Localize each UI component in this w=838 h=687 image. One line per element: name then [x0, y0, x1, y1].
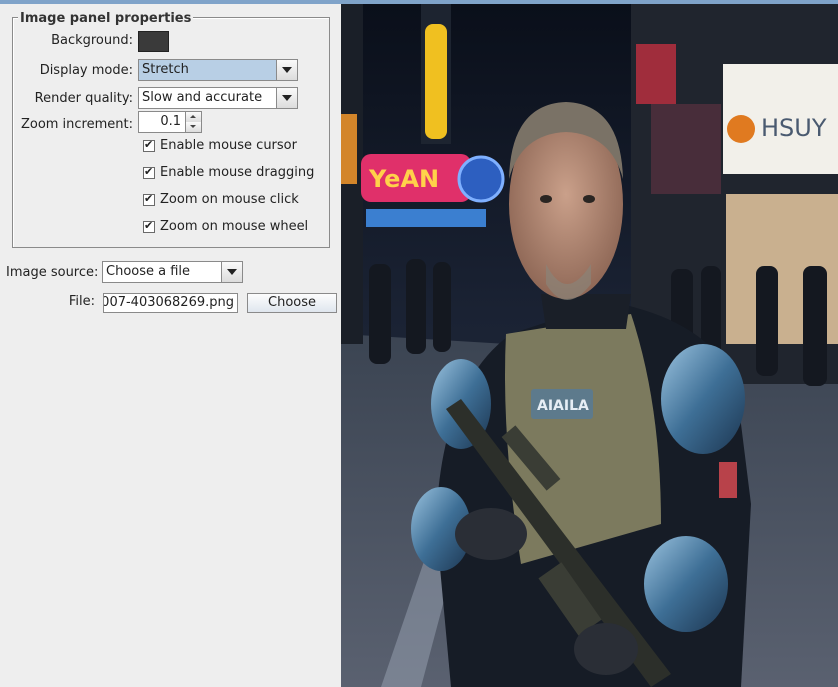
- image-source-combo[interactable]: Choose a file: [102, 261, 243, 283]
- right-eye: [583, 195, 595, 203]
- red-sign: [636, 44, 676, 104]
- display-mode-label: Display mode:: [39, 63, 133, 78]
- chevron-down-icon[interactable]: [221, 262, 242, 282]
- store-sign: [651, 104, 721, 194]
- enable-mouse-dragging-checkbox[interactable]: [143, 165, 155, 179]
- spinner-arrows: [185, 112, 201, 132]
- left-glove: [455, 508, 527, 560]
- right-shoulder-pad: [661, 344, 745, 454]
- shop-logo: [727, 115, 755, 143]
- render-quality-value: Slow and accurate: [142, 90, 263, 105]
- zoom-on-mouse-wheel-label[interactable]: Zoom on mouse wheel: [160, 219, 308, 234]
- vest-patch-text: AIAILA: [537, 398, 589, 414]
- collar: [541, 294, 631, 329]
- image-source-value: Choose a file: [106, 264, 191, 279]
- right-glove: [574, 623, 638, 675]
- flag-patch: [719, 462, 737, 498]
- image-display-panel[interactable]: YeAN HSUY AIAILA: [341, 4, 838, 687]
- orange-light: [341, 114, 357, 184]
- zoom-increment-spinner[interactable]: 0.1: [138, 111, 202, 133]
- blue-neon-strip: [366, 209, 486, 227]
- display-mode-combo[interactable]: Stretch: [138, 59, 298, 81]
- properties-panel: Image panel properties Background: Displ…: [0, 4, 341, 687]
- file-path-value: 0007-403068269.png: [103, 295, 234, 310]
- group-title: Image panel properties: [18, 11, 194, 26]
- neon-sign-text: YeAN: [368, 165, 439, 193]
- street-soldier-image: YeAN HSUY AIAILA: [341, 4, 838, 687]
- chevron-down-icon[interactable]: [276, 88, 297, 108]
- zoom-on-mouse-click-label[interactable]: Zoom on mouse click: [160, 192, 299, 207]
- render-quality-label: Render quality:: [34, 91, 133, 106]
- background-color-swatch[interactable]: [138, 31, 169, 52]
- background-label: Background:: [51, 33, 133, 48]
- file-label: File:: [68, 294, 95, 309]
- zoom-increment-value[interactable]: 0.1: [139, 112, 185, 132]
- enable-mouse-cursor-label[interactable]: Enable mouse cursor: [160, 138, 297, 153]
- yellow-sign: [425, 24, 447, 139]
- choose-button[interactable]: Choose: [247, 293, 337, 313]
- right-forearm-guard: [644, 536, 728, 632]
- zoom-on-mouse-wheel-checkbox[interactable]: [143, 219, 155, 233]
- render-quality-combo[interactable]: Slow and accurate: [138, 87, 298, 109]
- spinner-down-icon[interactable]: [186, 122, 201, 132]
- zoom-on-mouse-click-checkbox[interactable]: [143, 192, 155, 206]
- file-path-field[interactable]: 0007-403068269.png: [103, 293, 238, 313]
- shop-sign-text: HSUY: [761, 114, 827, 142]
- chevron-down-icon[interactable]: [276, 60, 297, 80]
- zoom-increment-label: Zoom increment:: [20, 117, 133, 132]
- image-source-label: Image source:: [6, 265, 99, 280]
- left-eye: [540, 195, 552, 203]
- blue-round-sign: [457, 155, 505, 203]
- display-mode-value: Stretch: [139, 60, 277, 80]
- enable-mouse-cursor-checkbox[interactable]: [143, 138, 155, 152]
- enable-mouse-dragging-label[interactable]: Enable mouse dragging: [160, 165, 314, 180]
- tactical-vest: [505, 314, 661, 564]
